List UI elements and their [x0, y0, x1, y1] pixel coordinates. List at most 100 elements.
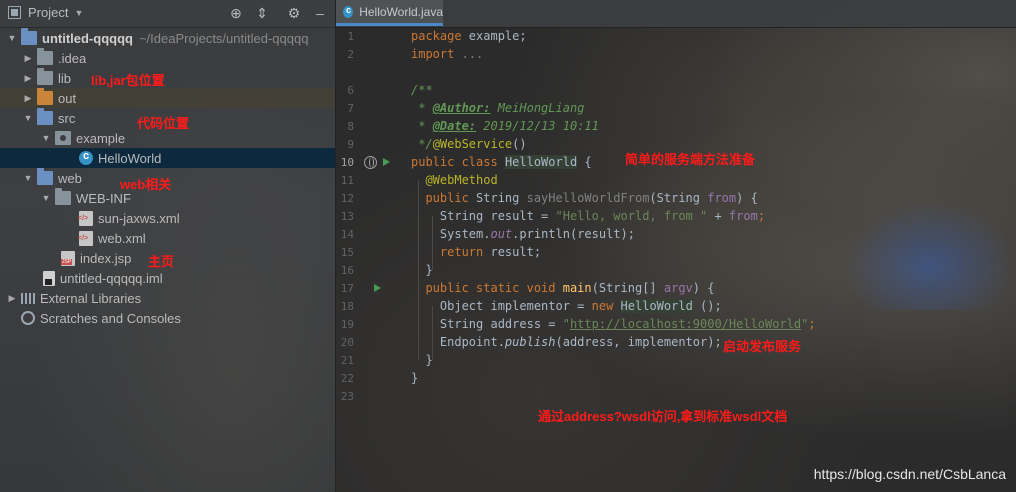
code-line-1: package example;: [411, 27, 527, 45]
collapse-arrow-icon[interactable]: ▶: [22, 73, 34, 84]
annotation-wsdl: 通过address?wsdl访问,拿到标准wsdl文档: [538, 409, 788, 424]
annotation-publish: 启动发布服务: [723, 339, 802, 354]
token: result;: [483, 245, 542, 259]
tree-item-iml[interactable]: untitled-qqqqq.iml: [0, 268, 335, 288]
token: new: [591, 299, 614, 313]
token: @WebMethod: [411, 173, 498, 187]
tree-item-idea[interactable]: ▶ .idea: [0, 48, 335, 68]
tab-helloworld-java[interactable]: HelloWorld.java: [336, 0, 443, 26]
web-service-globe-icon[interactable]: [364, 156, 377, 169]
locate-icon[interactable]: ⊕: [228, 5, 244, 21]
line-number: 18: [340, 300, 354, 313]
code-line-16: }: [411, 261, 433, 279]
line-number: 15: [340, 246, 354, 259]
token: public: [411, 191, 469, 205]
xml-file-icon: [78, 230, 93, 246]
expand-arrow-icon[interactable]: ▼: [22, 113, 34, 123]
java-class-icon: [343, 5, 354, 18]
expand-arrow-icon[interactable]: ▼: [22, 173, 34, 183]
web-folder-icon: [37, 168, 53, 185]
collapse-all-icon[interactable]: ⇕: [254, 5, 270, 21]
collapse-arrow-icon[interactable]: ▶: [22, 93, 34, 104]
tree-item-untitled-qqqqq[interactable]: ▼ untitled-qqqqq ~/IdeaProjects/untitled…: [0, 28, 335, 48]
token: String result =: [411, 209, 556, 223]
tree-item-label: web.xml: [98, 230, 146, 246]
line-number: 1: [347, 30, 354, 43]
token: @Author:: [432, 101, 491, 115]
token: @Date:: [432, 119, 477, 133]
module-folder-icon: [21, 28, 37, 45]
token: (String[]: [591, 281, 664, 295]
collapse-arrow-icon[interactable]: ▶: [6, 293, 18, 304]
tree-item-label: sun-jaxws.xml: [98, 210, 180, 226]
tree-item-sun-jaxws[interactable]: sun-jaxws.xml: [0, 208, 335, 228]
tree-item-label: index.jsp: [80, 250, 132, 266]
tree-item-out[interactable]: ▶ out: [0, 88, 335, 108]
token: +: [707, 209, 729, 223]
token: import: [411, 47, 455, 61]
project-view-selector[interactable]: Project ▼: [8, 5, 83, 20]
project-path: ~/IdeaProjects/untitled-qqqqq: [138, 30, 309, 46]
run-class-icon[interactable]: [383, 158, 390, 166]
expand-arrow-icon[interactable]: ▼: [6, 33, 18, 43]
token: public class: [411, 155, 498, 169]
token: ;: [757, 209, 766, 223]
code-line-22: }: [411, 369, 418, 387]
project-title: Project: [28, 5, 69, 20]
tree-item-lib[interactable]: ▶ lib: [0, 68, 335, 88]
run-main-icon[interactable]: [374, 284, 381, 292]
tree-item-label: HelloWorld: [98, 150, 162, 166]
hide-icon[interactable]: –: [312, 5, 328, 21]
code-line-15: return result;: [411, 243, 541, 261]
gear-icon[interactable]: ⚙: [286, 5, 302, 21]
token: }: [411, 263, 433, 277]
annotation-lib: lib,jar包位置: [91, 73, 165, 88]
expand-arrow-icon[interactable]: ▼: [40, 133, 52, 143]
folder-icon: [37, 48, 53, 65]
code-line-6: /**: [411, 81, 433, 99]
token: HelloWorld: [620, 299, 693, 313]
line-number-gutter: 1 2 6 7 8 9 10 11 12 13 14 15 16 17 18 1…: [336, 27, 408, 492]
project-toolbar: Project ▼ ⊕ ⇕ ⚙ –: [0, 0, 335, 28]
jsp-file-icon: [61, 250, 75, 266]
line-number: 17: [340, 282, 354, 295]
tree-item-label: out: [58, 90, 77, 106]
token: System.: [411, 227, 491, 241]
tree-item-scratches[interactable]: Scratches and Consoles: [0, 308, 335, 328]
token: ": [562, 317, 570, 331]
tree-item-label: untitled-qqqqq: [42, 30, 133, 46]
token: ) {: [692, 281, 715, 295]
expand-arrow-icon[interactable]: ▼: [40, 193, 52, 203]
xml-file-icon: [78, 210, 93, 226]
code-line-21: }: [411, 351, 432, 369]
token: sayHelloWorldFrom: [519, 191, 650, 205]
line-number: 10: [340, 156, 354, 169]
token: *: [411, 101, 433, 115]
tree-item-helloworld[interactable]: HelloWorld: [0, 148, 335, 168]
token: Object implementor =: [411, 299, 592, 313]
folder-icon: [55, 188, 71, 205]
token: HelloWorld: [504, 155, 578, 169]
tree-item-external-libraries[interactable]: ▶ External Libraries: [0, 288, 335, 308]
token: Endpoint.: [411, 335, 505, 349]
code-line-10: public class HelloWorld {: [411, 153, 592, 171]
collapse-arrow-icon[interactable]: ▶: [22, 53, 34, 64]
editor-background-detail: [844, 200, 1016, 310]
token: from: [728, 209, 758, 223]
token: .println(result);: [512, 227, 635, 241]
folded-imports[interactable]: ...: [454, 47, 484, 61]
code-line-7: * @Author: MeiHongLiang: [411, 99, 584, 117]
line-number: 16: [340, 264, 354, 277]
tree-item-web-xml[interactable]: web.xml: [0, 228, 335, 248]
token: "Hello, world, from ": [555, 209, 708, 223]
tree-item-label: web: [58, 170, 82, 186]
url-link[interactable]: http://localhost:9000/HelloWorld: [570, 317, 801, 331]
line-number: 19: [340, 318, 354, 331]
token: argv: [663, 281, 693, 295]
tree-item-label: Scratches and Consoles: [40, 310, 181, 326]
code-editor: HelloWorld.java 1 2 6 7 8 9 10 11 12 13 …: [336, 0, 1016, 492]
tree-item-label: lib: [58, 70, 72, 86]
editor-tab-bar: HelloWorld.java: [336, 0, 1016, 28]
